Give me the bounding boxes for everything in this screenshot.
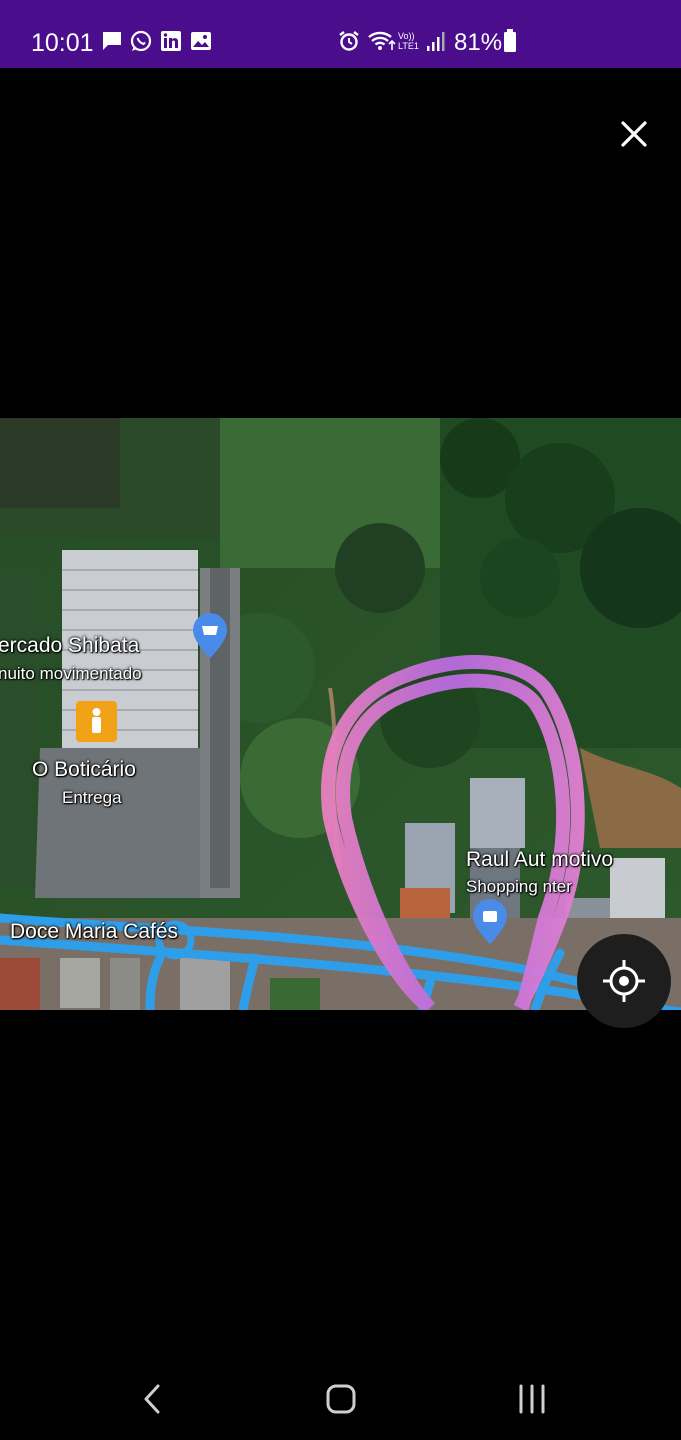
battery-percent: 81% [454,29,503,56]
volte-icon: Vo)) LTE1 [398,31,419,51]
map-label-boticario[interactable]: O Boticário [32,758,136,782]
recents-icon [519,1384,545,1414]
wifi-icon [368,30,396,52]
home-icon [326,1384,356,1414]
whatsapp-icon [130,30,152,52]
home-button[interactable] [324,1382,358,1416]
map-sublabel-shibata: nuito movimentado [0,664,142,683]
battery-icon [503,29,517,52]
map-label-raul[interactable]: Raul Aut motivo [466,848,613,872]
back-button[interactable] [138,1382,166,1416]
linkedin-icon [160,30,182,52]
back-icon [144,1384,160,1414]
signal-icon [426,30,446,52]
gallery-icon [190,30,212,52]
satellite-map-image: ercado Shibata nuito movimentado O Botic… [0,418,681,1010]
map-sublabel-boticario: Entrega [62,788,122,807]
my-location-button[interactable] [577,934,671,1028]
alarm-icon [338,30,360,52]
crosshair-icon [603,960,645,1002]
close-icon [621,121,647,147]
map-label-shibata[interactable]: ercado Shibata [0,634,139,658]
recents-button[interactable] [516,1384,548,1414]
map-sublabel-raul: Shopping nter [466,877,572,896]
status-bar: 10:01 Vo)) LTE1 81% [0,0,681,68]
message-icon [101,30,123,52]
close-button[interactable] [614,114,654,154]
status-time: 10:01 [31,29,94,57]
map-label-doce-maria[interactable]: Doce Maria Cafés [10,920,178,944]
